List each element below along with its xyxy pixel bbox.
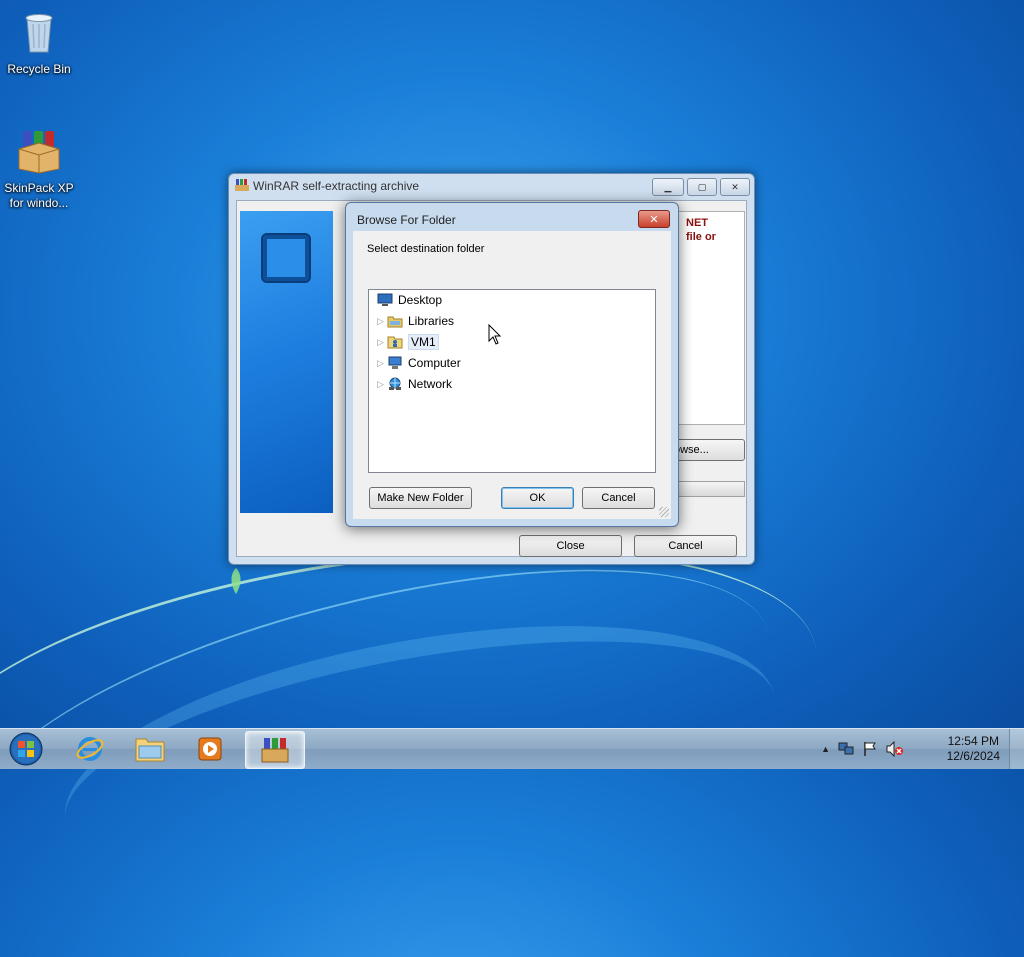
browse-button-label: owse... [674,444,709,456]
tree-item-label: Libraries [408,314,455,328]
tree-item-network[interactable]: ▷ Network [377,375,452,393]
taskbar-clock[interactable]: 12:54 PM 12/6/2024 [947,734,1000,764]
tree-item-vm1[interactable]: ▷ VM1 [377,333,439,351]
network-tray-icon[interactable] [838,741,854,757]
info-text: NET file or [686,217,716,243]
cancel-button[interactable]: Cancel [634,535,737,557]
winrar-banner [240,211,333,513]
winrar-package-icon [18,131,60,174]
taskbar-winrar[interactable] [245,731,305,769]
expand-arrow-icon[interactable]: ▷ [377,337,387,348]
dialog-close-button[interactable]: ✕ [638,210,670,228]
volume-muted-icon[interactable] [886,741,904,757]
dialog-title: Browse For Folder [357,213,456,227]
close-button-label: Close [556,540,585,552]
show-hidden-icons-arrow[interactable]: ▲ [821,744,830,754]
winrar-icon [235,179,249,191]
desktop-icon [377,293,393,306]
system-tray: ▲ [821,729,904,769]
tree-item-label: Computer [408,356,461,370]
minimize-icon: ▁ [664,181,672,192]
user-folder-icon [387,336,403,349]
tree-item-desktop[interactable]: Desktop [377,291,442,309]
windows-explorer-icon [135,738,165,762]
desktop-icon-label: SkinPack XP for windo... [4,181,74,210]
clock-time: 12:54 PM [947,734,999,748]
close-icon: ✕ [731,181,739,192]
taskbar: ▲ 12:54 PM 12/6/2024 [0,728,1024,769]
internet-explorer-icon [76,737,104,761]
taskbar-windows-explorer[interactable] [121,731,179,767]
action-center-flag-icon[interactable] [862,741,878,757]
expand-arrow-icon[interactable]: ▷ [377,316,387,327]
ok-button[interactable]: OK [501,487,574,509]
recycle-bin-icon [25,14,53,53]
browse-for-folder-dialog: Browse For Folder ✕ Select destination f… [345,202,679,527]
minimize-button[interactable]: ▁ [652,178,684,196]
dialog-cancel-label: Cancel [601,492,636,504]
tree-item-label: VM1 [408,334,439,350]
dialog-prompt: Select destination folder [367,243,485,255]
expand-arrow-icon[interactable]: ▷ [377,358,387,369]
show-desktop-button[interactable] [1009,729,1024,769]
tree-item-libraries[interactable]: ▷ Libraries [377,312,454,330]
desktop-icon-recycle-bin[interactable]: Recycle Bin [0,8,79,77]
clock-date: 12/6/2024 [946,749,1000,763]
dialog-cancel-button[interactable]: Cancel [582,487,655,509]
mouse-cursor-icon [488,324,502,345]
libraries-icon [387,316,403,328]
taskbar-media-player[interactable] [181,731,239,767]
close-button[interactable]: Close [519,535,622,557]
resize-grip[interactable] [659,507,669,517]
make-new-folder-button[interactable]: Make New Folder [369,487,472,509]
maximize-button[interactable]: ▢ [687,178,717,196]
expand-arrow-icon[interactable]: ▷ [377,379,387,390]
maximize-icon: ▢ [697,181,707,192]
tree-item-computer[interactable]: ▷ Computer [377,354,461,372]
tree-item-label: Network [408,377,453,391]
folder-tree[interactable]: Desktop ▷ Libraries ▷ VM1 ▷ Computer ▷ N… [368,289,656,473]
ok-button-label: OK [529,492,546,504]
window-title: WinRAR self-extracting archive [253,179,420,193]
computer-icon [388,356,402,369]
dialog-client-area: Select destination folder Desktop ▷ Libr… [353,231,671,519]
network-icon [389,377,401,390]
browse-button[interactable]: owse... [673,439,745,461]
tree-item-label: Desktop [398,293,443,307]
progress-bar [673,481,745,497]
make-new-folder-label: Make New Folder [377,492,464,504]
close-window-button[interactable]: ✕ [720,178,750,196]
desktop-icon-label: Recycle Bin [7,62,71,76]
winrar-logo-icon [261,233,311,283]
close-icon: ✕ [649,213,659,226]
start-button[interactable] [6,731,46,767]
desktop-icon-skinpack[interactable]: SkinPack XP for windo... [0,112,79,226]
taskbar-internet-explorer[interactable] [61,731,119,767]
media-player-icon [198,737,222,761]
winrar-icon [261,738,289,763]
wallpaper-leaf-icon [231,568,241,594]
cancel-button-label: Cancel [668,540,703,552]
